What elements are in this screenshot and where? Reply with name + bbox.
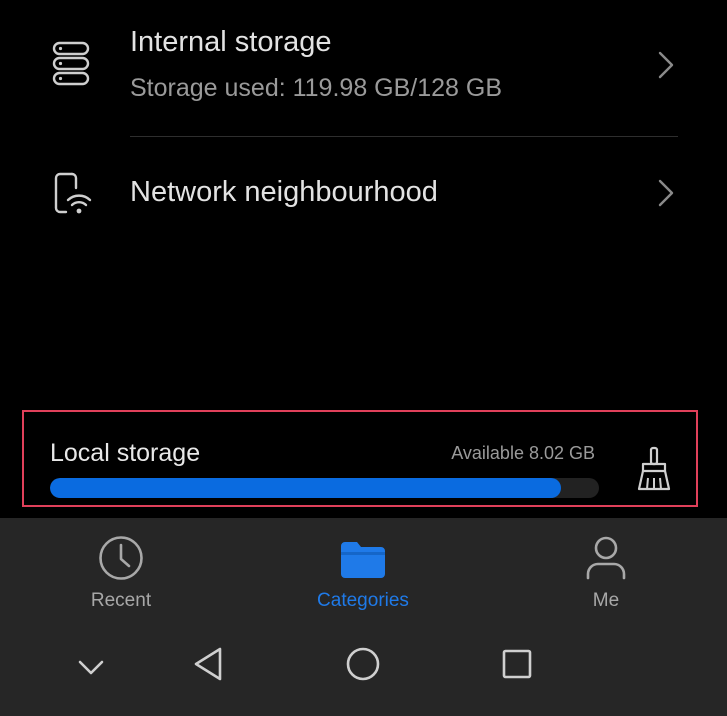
row-divider — [130, 136, 678, 137]
chevron-right-icon — [654, 50, 678, 85]
internal-storage-row[interactable]: Internal storage Storage used: 119.98 GB… — [0, 0, 727, 136]
nav-label-categories: Categories — [317, 590, 409, 611]
bottom-navigation: Recent Categories Me — [0, 518, 727, 716]
broom-clean-icon[interactable] — [634, 446, 674, 497]
person-icon — [584, 534, 628, 587]
folder-icon — [339, 540, 387, 585]
recents-square-icon[interactable] — [501, 648, 533, 685]
nav-item-recent[interactable]: Recent — [41, 518, 201, 628]
nav-item-me[interactable]: Me — [526, 518, 686, 628]
nav-label-recent: Recent — [90, 590, 152, 611]
network-neighbourhood-row[interactable]: Network neighbourhood — [0, 138, 727, 250]
nav-item-categories[interactable]: Categories — [283, 518, 443, 628]
home-circle-icon[interactable] — [345, 646, 381, 687]
chevron-down-icon[interactable] — [76, 658, 106, 683]
phone-wifi-icon — [52, 170, 94, 223]
back-triangle-icon[interactable] — [192, 646, 226, 687]
storage-progress-bar — [50, 478, 599, 498]
storage-progress-fill — [50, 478, 561, 498]
chevron-right-icon — [654, 178, 678, 213]
internal-storage-usage: Storage used: 119.98 GB/128 GB — [130, 74, 503, 102]
local-storage-available: Available 8.02 GB — [451, 443, 595, 463]
clock-icon — [97, 534, 145, 587]
nav-label-me: Me — [592, 590, 620, 611]
network-neighbourhood-title: Network neighbourhood — [130, 176, 438, 208]
storage-stack-icon — [50, 40, 94, 93]
internal-storage-title: Internal storage — [130, 26, 332, 58]
local-storage-label: Local storage — [50, 439, 201, 467]
local-storage-panel[interactable]: Local storage Available 8.02 GB — [22, 410, 698, 507]
